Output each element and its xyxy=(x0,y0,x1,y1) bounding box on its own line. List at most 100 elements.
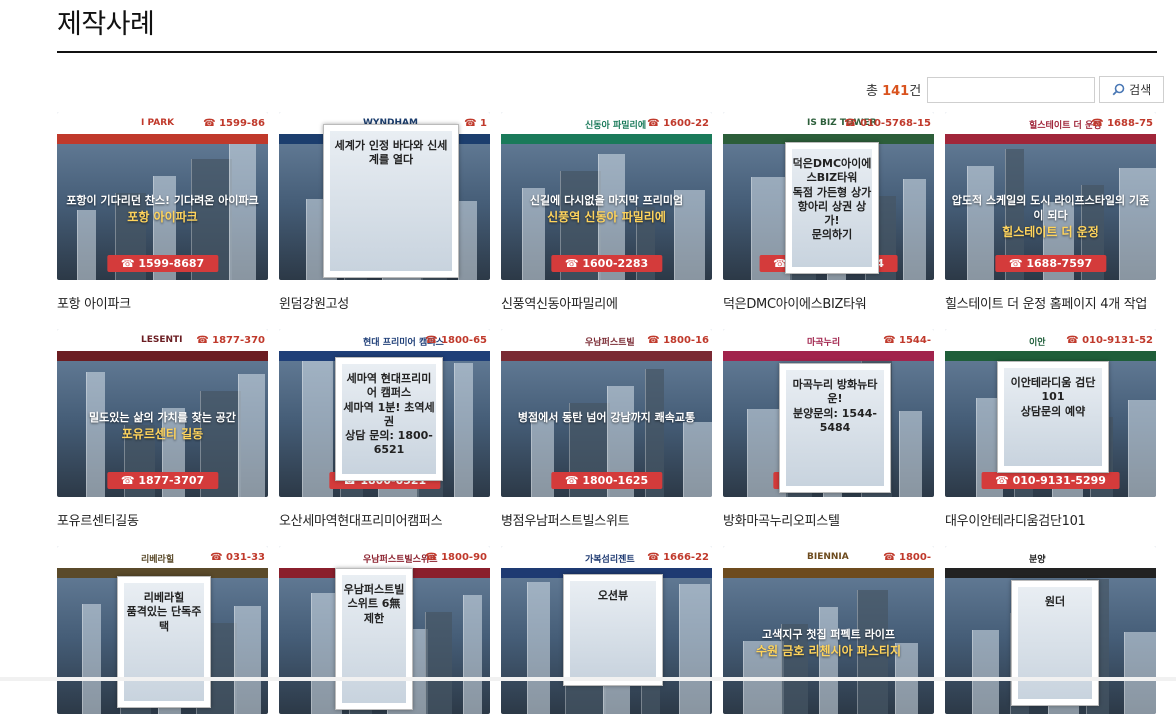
thumbnail-popup: 우남퍼스트빌스위트 6無 제한 xyxy=(335,568,413,710)
thumbnail-phone: ☎ 031-33 xyxy=(210,552,265,563)
search-bar: 총 141건 검색 xyxy=(866,76,1165,103)
building-graphic xyxy=(82,604,101,714)
thumbnail-headline: 병점에서 동탄 넘어 강남까지 쾌속교통 xyxy=(517,411,696,424)
thumbnail-nav-strip xyxy=(945,568,1156,578)
thumbnail-popup: 리베라힐 품격있는 단독주택 xyxy=(117,576,211,708)
portfolio-title[interactable]: 포항 아이파크 xyxy=(57,293,131,312)
thumbnail-phone: ☎ 1800-65 xyxy=(425,335,487,346)
portfolio-title[interactable]: 대우이안테라디움검단101 xyxy=(945,510,1086,529)
portfolio-thumbnail[interactable]: 우남퍼스트빌 ☎ 1800-16 병점에서 동탄 넘어 강남까지 쾌속교통 ☎ 180… xyxy=(501,329,712,497)
thumbnail-header: 우남퍼스트빌 ☎ 1800-16 xyxy=(501,329,712,361)
thumbnail-phone: ☎ 1877-370 xyxy=(196,335,265,346)
portfolio-thumbnail[interactable]: 리베라힐☎ 031-33금계 가정리베라힐품격있는 단독주택 xyxy=(57,546,268,714)
portfolio-card[interactable]: 우남퍼스트빌 ☎ 1800-16 병점에서 동탄 넘어 강남까지 쾌속교통 ☎ 180… xyxy=(501,329,712,529)
thumbnail-header: 신동아 파밀리에 ☎ 1600-22 xyxy=(501,112,712,144)
portfolio-card[interactable]: 현대 프리미어 캠퍼스☎ 1800-65세교 현대☎ 1800-6521세마역 … xyxy=(279,329,490,529)
thumbnail-popup: 오션뷰 xyxy=(563,574,663,686)
title-divider xyxy=(57,51,1157,53)
building-graphic xyxy=(683,422,712,497)
thumbnail-nav-strip xyxy=(57,351,268,361)
thumbnail-popup: 세마역 현대프리미어 캠퍼스 세마역 1분! 초역세권 상담 문의: 1800-65… xyxy=(335,357,443,481)
portfolio-card[interactable]: 가복섬리젠트☎ 1666-22관광, 미래오션뷰 xyxy=(501,546,712,714)
thumbnail-nav-strip xyxy=(723,568,934,578)
portfolio-card[interactable]: IS BIZ TOWER☎ 010-5768-15수도권☎ 010-5768-1… xyxy=(723,112,934,312)
thumbnail-brand: BIENNIA xyxy=(807,552,849,562)
portfolio-thumbnail[interactable]: 현대 프리미어 캠퍼스☎ 1800-65세교 현대☎ 1800-6521세마역 … xyxy=(279,329,490,497)
thumbnail-header: IS BIZ TOWER ☎ 010-5768-15 xyxy=(723,112,934,144)
popup-text: 원더 xyxy=(1044,595,1066,608)
thumbnail-phone-badge: ☎ 1877-3707 xyxy=(106,472,219,489)
portfolio-title[interactable]: 윈덤강원고성 xyxy=(279,293,349,312)
portfolio-card[interactable]: BIENNIA ☎ 1800- 고색지구 첫집 퍼펙트 라이프 수원 금호 리첸시아 … xyxy=(723,546,934,714)
thumbnail-phone: ☎ 1800- xyxy=(883,552,931,563)
thumbnail-nav-strip xyxy=(723,351,934,361)
thumbnail-nav-strip xyxy=(501,134,712,144)
portfolio-card[interactable]: 이안☎ 010-9131-52검단☎ 010-9131-5299이안테라디움 검… xyxy=(945,329,1156,529)
popup-text: 덕은DMC아이에스BIZ타워 독점 가든형 상가 항아리 상권 상가! 문의하기 xyxy=(792,157,872,242)
portfolio-card[interactable]: 신동아 파밀리에 ☎ 1600-22 신길에 다시없을 마지막 프리미엄 신풍역 신동… xyxy=(501,112,712,312)
portfolio-thumbnail[interactable]: BIENNIA ☎ 1800- 고색지구 첫집 퍼펙트 라이프 수원 금호 리첸시아 … xyxy=(723,546,934,714)
thumbnail-headline: 압도적 스케일의 도시 라이프스타일의 기준이 되다 힐스테이트 더 운정 xyxy=(951,194,1150,239)
portfolio-title[interactable]: 덕은DMC아이에스BIZ타워 xyxy=(723,293,867,312)
portfolio-title[interactable]: 신풍역신동아파밀리에 xyxy=(501,293,618,312)
thumbnail-phone: ☎ 010-9131-52 xyxy=(1066,335,1153,346)
thumbnail-popup: 원더 xyxy=(1011,580,1099,706)
popup-text: 리베라힐 품격있는 단독주택 xyxy=(126,591,202,633)
thumbnail-header: 분양 xyxy=(945,546,1156,578)
portfolio-card[interactable]: I PARK ☎ 1599-86 포항이 기다리던 찬스! 기다려온 아이파크 포항 … xyxy=(57,112,268,312)
popup-text: 이안테라디움 검단 101 상담문의 예약 xyxy=(1010,376,1096,418)
portfolio-title[interactable]: 포유르센티길동 xyxy=(57,510,139,529)
thumbnail-popup: 덕은DMC아이에스BIZ타워 독점 가든형 상가 항아리 상권 상가! 문의하기 xyxy=(785,142,879,274)
thumbnail-headline: 밀도있는 삶의 가치를 찾는 공간 포유르센티 길동 xyxy=(89,411,236,441)
thumbnail-header: BIENNIA ☎ 1800- xyxy=(723,546,934,578)
portfolio-card[interactable]: WYNDHAM☎ 1연 2세계가 인정 바다와 신세계를 열다윈덤강원고성 xyxy=(279,112,490,312)
thumbnail-headline: 포항이 기다리던 찬스! 기다려온 아이파크 포항 아이파크 xyxy=(66,194,259,224)
thumbnail-brand: 리베라힐 xyxy=(141,555,175,565)
thumbnail-phone: ☎ 010-5768-15 xyxy=(844,118,931,129)
thumbnail-popup: 세계가 인정 바다와 신세계를 열다 xyxy=(323,124,459,278)
thumbnail-brand: 신동아 파밀리에 xyxy=(585,121,647,131)
search-input[interactable] xyxy=(927,76,1096,103)
portfolio-card[interactable]: 마곡누리☎ 1544-가격 방화☎ 1544-5484마곡누리 방화뉴타운!분양… xyxy=(723,329,934,529)
portfolio-thumbnail[interactable]: 힐스테이트 더 운정 ☎ 1688-75 압도적 스케일의 도시 라이프스타일의 기… xyxy=(945,112,1156,280)
search-button[interactable]: 검색 xyxy=(1099,76,1165,103)
magnifier-icon xyxy=(1112,83,1125,96)
portfolio-thumbnail[interactable]: 분양생활, 엄 하는원더 xyxy=(945,546,1156,714)
portfolio-card[interactable]: LESENTI ☎ 1877-370 밀도있는 삶의 가치를 찾는 공간 포유르센티 … xyxy=(57,329,268,529)
popup-text: 마곡누리 방화뉴타운! 분양문의: 1544-5484 xyxy=(792,378,878,434)
thumbnail-brand: 이안 xyxy=(1029,338,1046,348)
portfolio-thumbnail[interactable]: IS BIZ TOWER☎ 010-5768-15수도권☎ 010-5768-1… xyxy=(723,112,934,280)
thumbnail-phone-badge: ☎ 1688-7597 xyxy=(994,255,1107,272)
thumbnail-headline: 고색지구 첫집 퍼펙트 라이프 수원 금호 리첸시아 퍼스티지 xyxy=(755,628,901,658)
building-graphic xyxy=(463,595,482,714)
portfolio-card[interactable]: 힐스테이트 더 운정 ☎ 1688-75 압도적 스케일의 도시 라이프스타일의 기… xyxy=(945,112,1156,312)
building-graphic xyxy=(1124,632,1156,714)
portfolio-thumbnail[interactable]: 마곡누리☎ 1544-가격 방화☎ 1544-5484마곡누리 방화뉴타운!분양… xyxy=(723,329,934,497)
thumbnail-nav-strip xyxy=(501,351,712,361)
thumbnail-phone: ☎ 1600-22 xyxy=(647,118,709,129)
building-graphic xyxy=(458,201,477,280)
portfolio-title[interactable]: 오산세마역현대프리미어캠퍼스 xyxy=(279,510,443,529)
popup-text: 세마역 현대프리미어 캠퍼스 세마역 1분! 초역세권 상담 문의: 1800-65… xyxy=(343,372,435,457)
portfolio-title[interactable]: 힐스테이트 더 운정 홈페이지 4개 작업 xyxy=(945,293,1147,312)
portfolio-card[interactable]: 우남퍼스트빌스위트☎ 1800-90병 강우남퍼스트빌스위트 6無 제한 xyxy=(279,546,490,714)
portfolio-thumbnail[interactable]: WYNDHAM☎ 1연 2세계가 인정 바다와 신세계를 열다 xyxy=(279,112,490,280)
portfolio-thumbnail[interactable]: 신동아 파밀리에 ☎ 1600-22 신길에 다시없을 마지막 프리미엄 신풍역 신동… xyxy=(501,112,712,280)
popup-text: 세계가 인정 바다와 신세계를 열다 xyxy=(334,139,448,167)
portfolio-card[interactable]: 리베라힐☎ 031-33금계 가정리베라힐품격있는 단독주택 xyxy=(57,546,268,714)
portfolio-thumbnail[interactable]: LESENTI ☎ 1877-370 밀도있는 삶의 가치를 찾는 공간 포유르센티 … xyxy=(57,329,268,497)
thumbnail-header: 리베라힐 ☎ 031-33 xyxy=(57,546,268,578)
thumbnail-headline: 신길에 다시없을 마지막 프리미엄 신풍역 신동아 파밀리에 xyxy=(529,194,684,224)
thumbnail-phone: ☎ 1544- xyxy=(883,335,931,346)
building-graphic xyxy=(819,607,838,714)
thumbnail-phone: ☎ 1800-16 xyxy=(647,335,709,346)
bottom-divider xyxy=(0,677,1176,681)
portfolio-card[interactable]: 분양생활, 엄 하는원더 xyxy=(945,546,1156,714)
thumbnail-header: I PARK ☎ 1599-86 xyxy=(57,112,268,144)
portfolio-title[interactable]: 방화마곡누리오피스텔 xyxy=(723,510,840,529)
portfolio-thumbnail[interactable]: I PARK ☎ 1599-86 포항이 기다리던 찬스! 기다려온 아이파크 포항 … xyxy=(57,112,268,280)
portfolio-title[interactable]: 병점우남퍼스트빌스위트 xyxy=(501,510,630,529)
portfolio-thumbnail[interactable]: 우남퍼스트빌스위트☎ 1800-90병 강우남퍼스트빌스위트 6無 제한 xyxy=(279,546,490,714)
portfolio-thumbnail[interactable]: 이안☎ 010-9131-52검단☎ 010-9131-5299이안테라디움 검… xyxy=(945,329,1156,497)
portfolio-thumbnail[interactable]: 가복섬리젠트☎ 1666-22관광, 미래오션뷰 xyxy=(501,546,712,714)
